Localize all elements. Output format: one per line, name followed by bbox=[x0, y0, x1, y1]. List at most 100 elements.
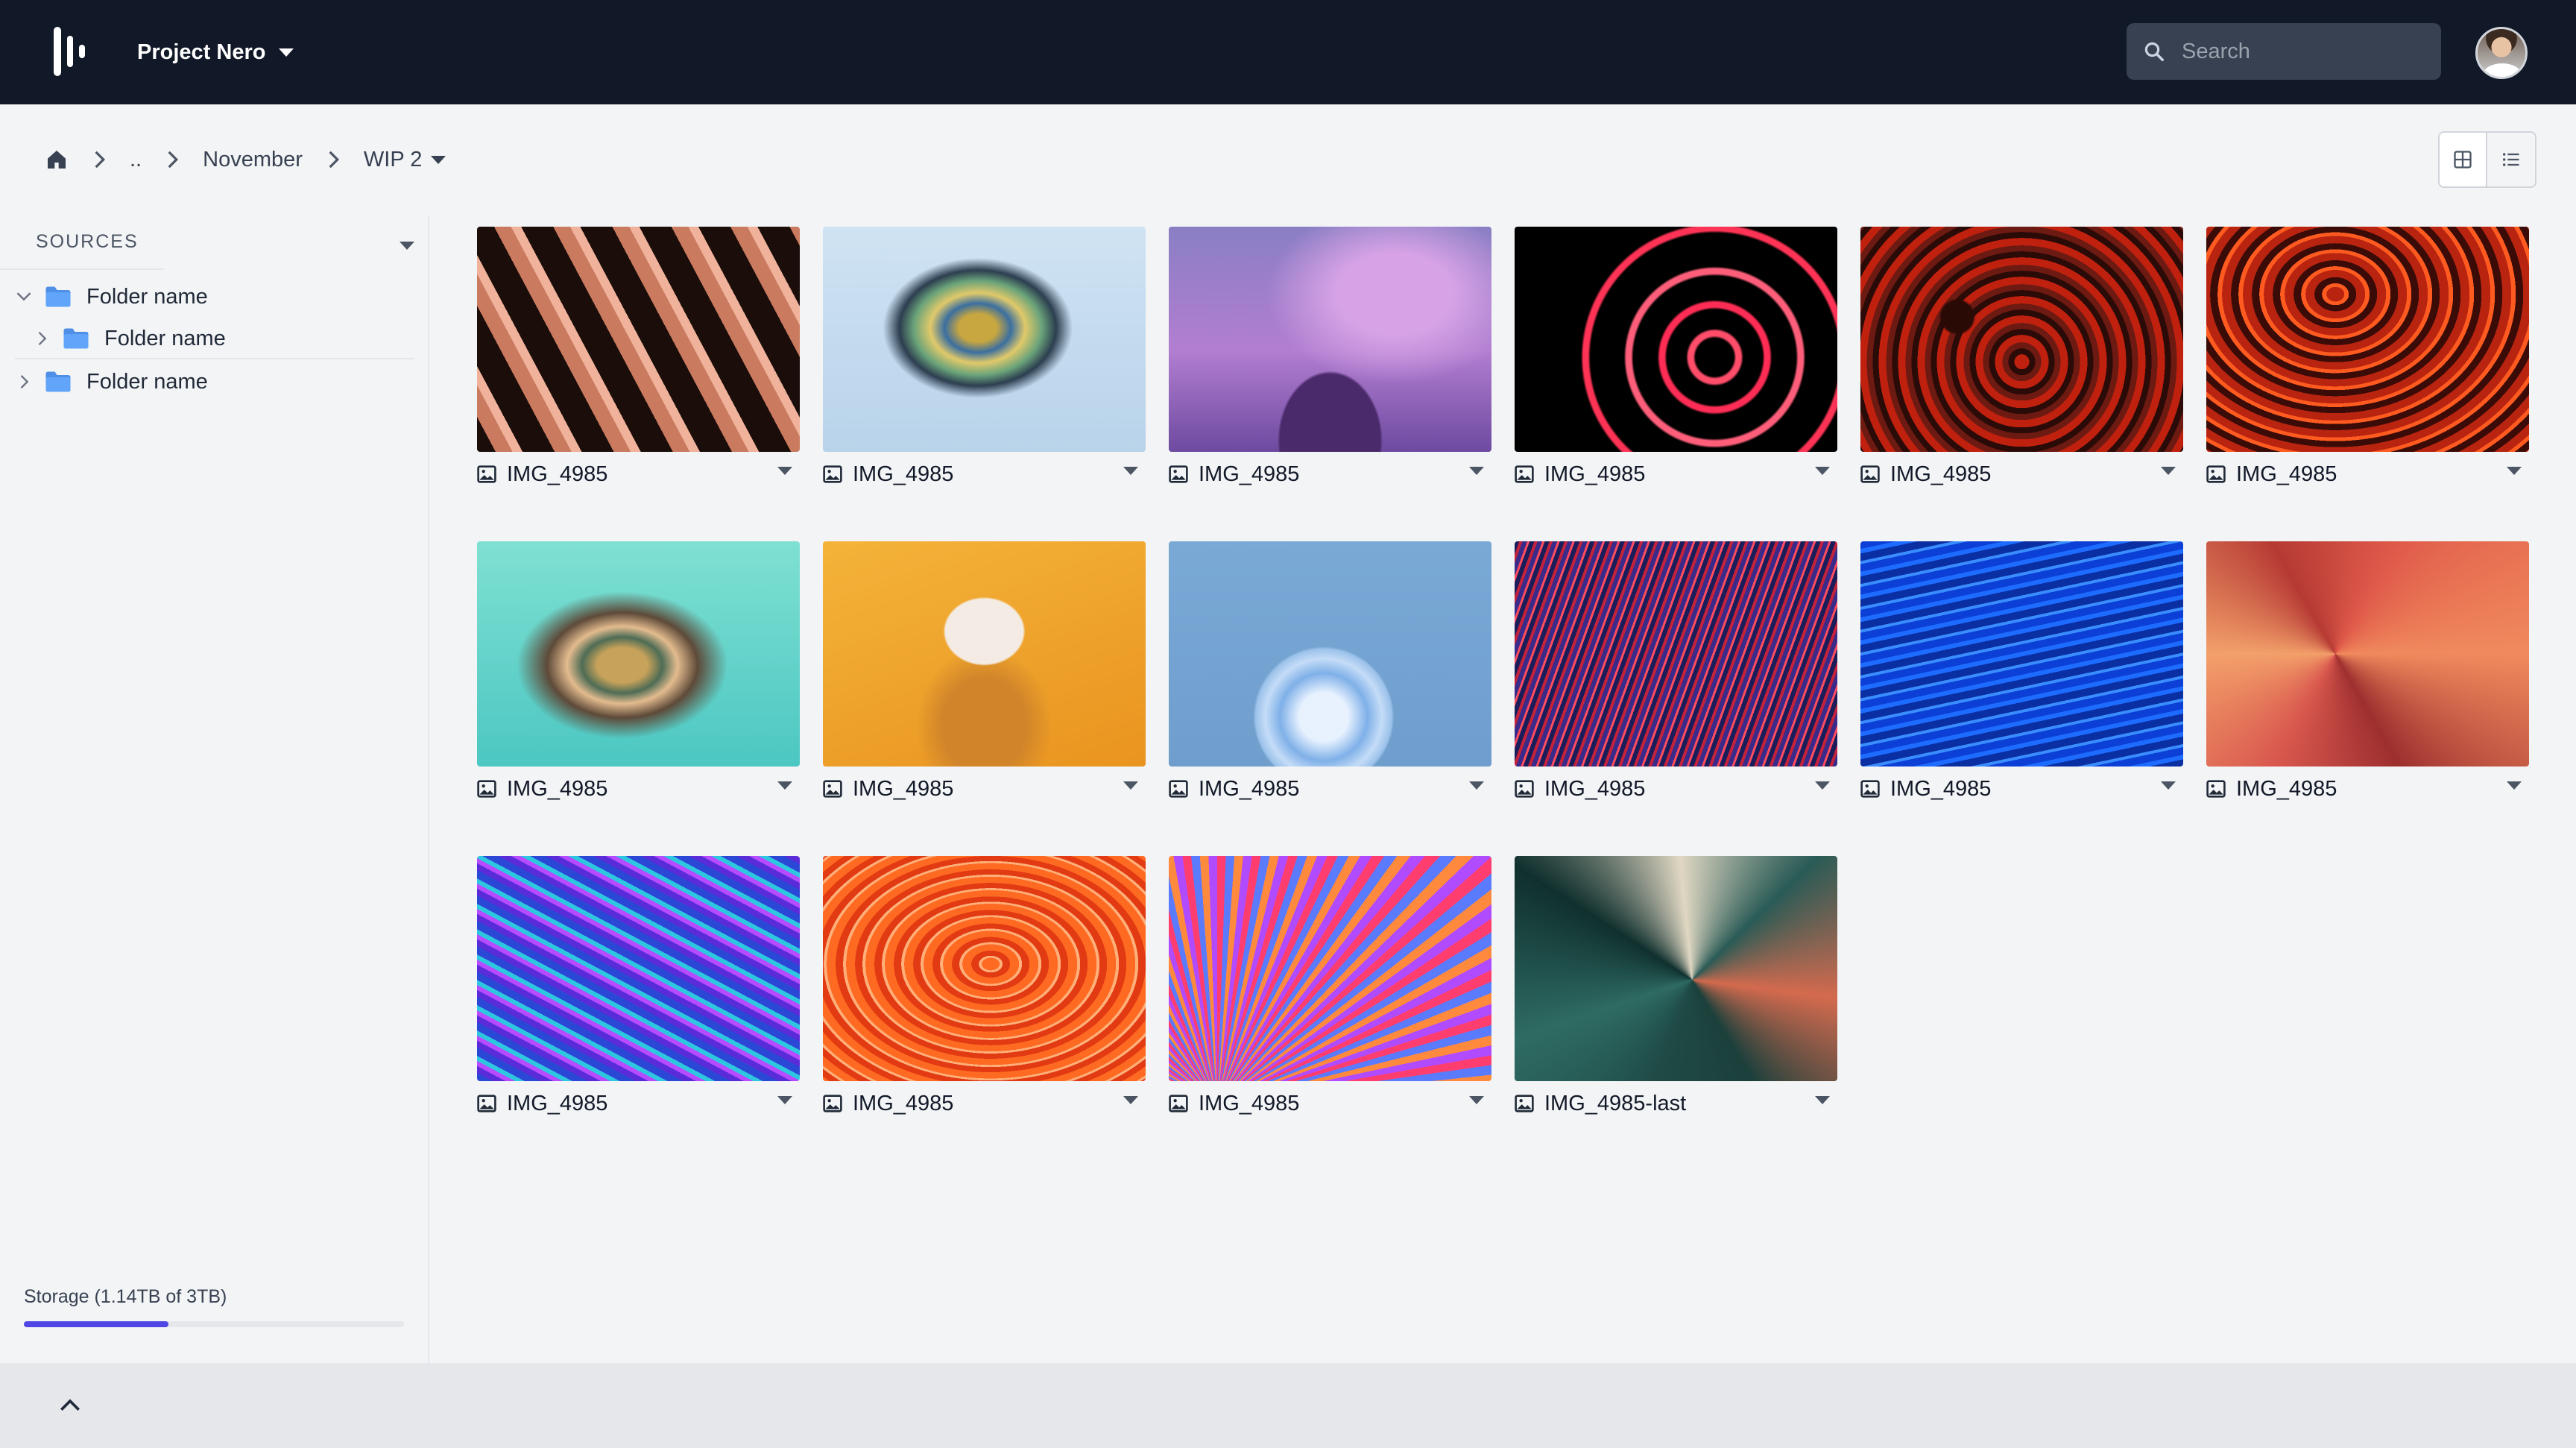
sources-header[interactable]: SOURCES bbox=[0, 216, 429, 270]
image-thumbnail[interactable] bbox=[1169, 856, 1491, 1081]
avatar-shoulders bbox=[2484, 63, 2521, 77]
image-thumbnail[interactable] bbox=[477, 856, 800, 1081]
image-caption: IMG_4985-last bbox=[1515, 1081, 1837, 1126]
top-bar: Project Nero bbox=[0, 0, 2576, 104]
chevron-up-icon bbox=[60, 1399, 80, 1411]
chevron-down-icon[interactable] bbox=[2161, 781, 2176, 790]
chevron-down-icon[interactable] bbox=[2507, 781, 2522, 790]
image-name: IMG_4985 bbox=[1890, 462, 1992, 486]
list-view-button[interactable] bbox=[2487, 133, 2535, 186]
image-thumbnail[interactable] bbox=[2206, 541, 2529, 767]
image-card[interactable]: IMG_4985 bbox=[1169, 227, 1491, 497]
chevron-down-icon[interactable] bbox=[1469, 781, 1484, 790]
image-thumbnail[interactable] bbox=[477, 541, 800, 767]
image-name: IMG_4985 bbox=[2236, 776, 2337, 801]
search-box[interactable] bbox=[2127, 23, 2441, 80]
folder-label: Folder name bbox=[86, 284, 208, 309]
image-thumbnail[interactable] bbox=[823, 227, 1146, 452]
image-card[interactable]: IMG_4985 bbox=[1515, 541, 1837, 811]
image-card[interactable]: IMG_4985 bbox=[1515, 227, 1837, 497]
chevron-down-icon[interactable] bbox=[12, 291, 36, 303]
app-logo-icon[interactable] bbox=[51, 25, 89, 78]
breadcrumb-november[interactable]: November bbox=[203, 148, 303, 172]
image-icon bbox=[1860, 780, 1880, 798]
image-thumbnail[interactable] bbox=[477, 227, 800, 452]
chevron-down-icon[interactable] bbox=[1815, 1096, 1830, 1104]
tree-folder-3[interactable]: Folder name bbox=[12, 361, 208, 403]
image-thumbnail[interactable] bbox=[823, 856, 1146, 1081]
image-card[interactable]: IMG_4985 bbox=[823, 856, 1146, 1126]
image-card[interactable]: IMG_4985 bbox=[1169, 541, 1491, 811]
image-thumbnail[interactable] bbox=[2206, 227, 2529, 452]
image-thumbnail[interactable] bbox=[1515, 227, 1837, 452]
chevron-down-icon[interactable] bbox=[1815, 781, 1830, 790]
image-thumbnail[interactable] bbox=[1515, 541, 1837, 767]
search-input[interactable] bbox=[2182, 39, 2420, 64]
image-thumbnail[interactable] bbox=[1860, 227, 2183, 452]
image-card[interactable]: IMG_4985 bbox=[1169, 856, 1491, 1126]
image-thumbnail[interactable] bbox=[1515, 856, 1837, 1081]
image-icon bbox=[2206, 780, 2226, 798]
chevron-down-icon[interactable] bbox=[1469, 467, 1484, 475]
image-card[interactable]: IMG_4985 bbox=[2206, 541, 2529, 811]
tree-folder-2[interactable]: Folder name bbox=[30, 318, 226, 359]
chevron-down-icon[interactable] bbox=[777, 467, 792, 475]
search-icon bbox=[2144, 42, 2164, 61]
storage-label: Storage (1.14TB of 3TB) bbox=[24, 1286, 227, 1307]
chevron-down-icon[interactable] bbox=[777, 781, 792, 790]
expand-panel-button[interactable] bbox=[55, 1390, 85, 1420]
home-icon bbox=[48, 151, 66, 169]
image-card[interactable]: IMG_4985-last bbox=[1515, 856, 1837, 1126]
chevron-down-icon[interactable] bbox=[1123, 1096, 1138, 1104]
chevron-right-icon[interactable] bbox=[30, 330, 54, 347]
image-name: IMG_4985 bbox=[1544, 776, 1646, 801]
image-icon bbox=[477, 1095, 496, 1112]
storage-indicator: Storage (1.14TB of 3TB) bbox=[24, 1286, 405, 1327]
chevron-right-icon[interactable] bbox=[12, 374, 36, 390]
chevron-down-icon[interactable] bbox=[1815, 467, 1830, 475]
image-caption: IMG_4985 bbox=[1860, 452, 2183, 497]
image-thumbnail[interactable] bbox=[1169, 541, 1491, 767]
image-name: IMG_4985 bbox=[853, 462, 954, 486]
breadcrumb-home[interactable] bbox=[45, 148, 69, 171]
image-card[interactable]: IMG_4985 bbox=[1860, 227, 2183, 497]
user-avatar[interactable] bbox=[2475, 27, 2528, 79]
chevron-down-icon[interactable] bbox=[2161, 467, 2176, 475]
image-name: IMG_4985 bbox=[1199, 1091, 1300, 1115]
image-card[interactable]: IMG_4985 bbox=[823, 227, 1146, 497]
image-thumbnail[interactable] bbox=[1169, 227, 1491, 452]
sources-underline bbox=[0, 268, 164, 270]
tree-folder-1[interactable]: Folder name bbox=[12, 276, 208, 318]
image-card[interactable]: IMG_4985 bbox=[477, 541, 800, 811]
project-switcher[interactable]: Project Nero bbox=[137, 34, 294, 70]
image-card[interactable]: IMG_4985 bbox=[477, 856, 800, 1126]
breadcrumb: .. November WIP 2 bbox=[45, 142, 446, 177]
image-icon bbox=[1860, 465, 1880, 483]
image-card[interactable]: IMG_4985 bbox=[477, 227, 800, 497]
image-name: IMG_4985 bbox=[2236, 462, 2337, 486]
image-card[interactable]: IMG_4985 bbox=[1860, 541, 2183, 811]
image-thumbnail[interactable] bbox=[823, 541, 1146, 767]
chevron-down-icon[interactable] bbox=[1123, 781, 1138, 790]
image-card[interactable]: IMG_4985 bbox=[2206, 227, 2529, 497]
image-icon bbox=[477, 780, 496, 798]
chevron-down-icon[interactable] bbox=[400, 242, 414, 250]
breadcrumb-parent[interactable]: .. bbox=[130, 148, 142, 172]
breadcrumb-current[interactable]: WIP 2 bbox=[364, 148, 446, 172]
image-icon bbox=[1515, 465, 1534, 483]
chevron-down-icon[interactable] bbox=[1123, 467, 1138, 475]
sidebar: SOURCES Folder name Folder name Folder n… bbox=[0, 216, 429, 1363]
grid-view-button[interactable] bbox=[2440, 133, 2487, 186]
image-icon bbox=[1169, 465, 1188, 483]
view-toggle bbox=[2438, 131, 2536, 188]
image-icon bbox=[1515, 780, 1534, 798]
chevron-down-icon[interactable] bbox=[777, 1096, 792, 1104]
chevron-down-icon[interactable] bbox=[1469, 1096, 1484, 1104]
image-icon bbox=[2206, 465, 2226, 483]
image-icon bbox=[823, 1095, 842, 1112]
image-thumbnail[interactable] bbox=[1860, 541, 2183, 767]
chevron-down-icon[interactable] bbox=[2507, 467, 2522, 475]
image-card[interactable]: IMG_4985 bbox=[823, 541, 1146, 811]
image-caption: IMG_4985 bbox=[477, 767, 800, 811]
list-icon bbox=[2502, 153, 2519, 166]
